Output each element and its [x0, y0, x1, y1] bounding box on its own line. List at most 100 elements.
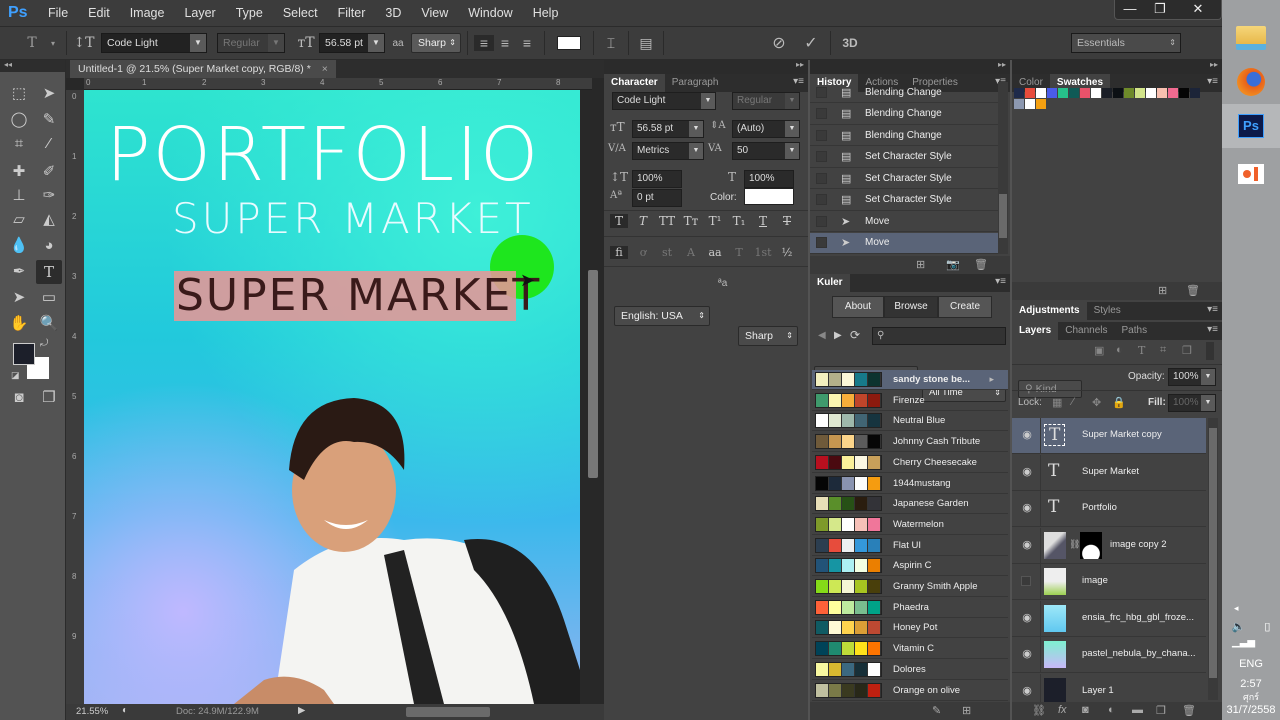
char-tracking-field[interactable]: 50 ▼ [732, 142, 800, 160]
swash-button[interactable]: A [682, 246, 700, 259]
titling-alternates-button[interactable]: T [730, 246, 748, 259]
kuler-theme-item[interactable]: sandy stone be... ▸ [812, 370, 1008, 390]
path-selection-tool-icon[interactable]: ➤ [6, 286, 32, 310]
kuler-theme-item[interactable]: Neutral Blue [812, 411, 1008, 432]
show-hidden-icons[interactable]: ◂ [1222, 603, 1280, 614]
layer-row[interactable]: ◉ pastel_nebula_by_chana... [1012, 637, 1206, 673]
history-item[interactable]: ➤ Move [810, 232, 998, 254]
filter-toggle[interactable] [1206, 342, 1214, 360]
filter-type-icon[interactable]: T [1138, 344, 1145, 357]
opacity-field[interactable]: 100% ▼ [1168, 368, 1216, 386]
panel-menu-icon[interactable]: ▾≡ [1207, 76, 1218, 87]
clone-stamp-tool-icon[interactable]: ⊥ [6, 184, 32, 208]
refresh-icon[interactable]: ⟳ [850, 328, 860, 342]
eyedropper-tool-icon[interactable]: ⁄ [36, 132, 62, 156]
kuler-theme-item[interactable]: Flat UI [812, 536, 1008, 556]
tab-kuler[interactable]: Kuler [810, 274, 850, 292]
visibility-eye-icon[interactable]: ◉ [1020, 501, 1034, 514]
swatch[interactable] [1179, 88, 1189, 98]
add-to-swatches-icon[interactable]: ⊞ [962, 704, 971, 717]
visibility-eye-icon[interactable]: ◉ [1020, 647, 1034, 660]
char-antialias-select[interactable]: Sharp ⇕ [738, 326, 798, 346]
history-item[interactable]: ▤ Blending Change [810, 82, 998, 103]
font-size-field[interactable]: 56.58 pt ▼ [319, 33, 385, 53]
swatch[interactable] [1091, 88, 1101, 98]
history-source-checkbox[interactable] [816, 237, 827, 248]
font-family-select[interactable]: Code Light ▼ [101, 33, 207, 53]
language-select[interactable]: English: USA ⇕ [614, 306, 710, 326]
visibility-eye-icon[interactable]: ◉ [1020, 538, 1034, 551]
tab-paths[interactable]: Paths [1115, 322, 1155, 340]
kuler-create-button[interactable]: Create [938, 296, 992, 318]
history-source-checkbox[interactable] [816, 172, 827, 184]
crop-tool-icon[interactable]: ⌗ [6, 132, 32, 156]
visibility-eye-icon[interactable]: ◉ [1020, 611, 1034, 624]
history-source-checkbox[interactable] [816, 129, 827, 141]
tab-styles[interactable]: Styles [1087, 302, 1128, 320]
warp-text-icon[interactable]: ⌶ [600, 35, 622, 52]
menu-help[interactable]: Help [523, 6, 569, 20]
canvas-portfolio-text[interactable]: PORTFOLIO [106, 112, 540, 198]
new-layer-icon[interactable]: ❐ [1156, 704, 1166, 717]
text-orientation-icon[interactable]: ↕T [73, 35, 95, 51]
healing-brush-tool-icon[interactable]: ✚ [6, 160, 32, 184]
swatch[interactable] [1113, 88, 1123, 98]
expand-arrow-icon[interactable]: ▸ [989, 374, 994, 385]
layer-row[interactable]: ◉ T Super Market [1012, 454, 1206, 491]
lasso-tool-icon[interactable]: ◯ [6, 108, 32, 132]
marquee-tool-icon[interactable]: ⬚ [6, 82, 32, 106]
swatch[interactable] [1102, 88, 1112, 98]
trash-icon[interactable]: 🗑 [1182, 704, 1196, 717]
kuler-theme-item[interactable]: Firenze [812, 391, 1008, 411]
status-info-icon[interactable]: ◐ [122, 705, 128, 716]
default-colors-icon[interactable]: ◪ [11, 370, 20, 381]
canvas-supermarket-copy-text[interactable]: SUPER MARKET [176, 270, 541, 321]
layer-row[interactable]: image [1012, 564, 1206, 600]
visibility-toggle[interactable] [1021, 576, 1031, 586]
document-tab[interactable]: Untitled-1 @ 21.5% (Super Market copy, R… [70, 60, 336, 78]
swatch[interactable] [1135, 88, 1145, 98]
kuler-search-input[interactable]: ⚲ [872, 327, 1006, 345]
filter-pixel-icon[interactable]: ▣ [1094, 344, 1104, 357]
strikethrough-button[interactable]: T [778, 214, 796, 228]
foreground-color-swatch[interactable] [13, 343, 35, 365]
zoom-tool-icon[interactable]: 🔍 [36, 312, 62, 336]
faux-italic-button[interactable]: T [634, 214, 652, 228]
history-item[interactable]: ▤ Set Character Style [810, 147, 998, 168]
kuler-theme-item[interactable]: 1944mustang [812, 474, 1008, 494]
history-source-checkbox[interactable] [816, 215, 827, 227]
panel-menu-icon[interactable]: ▾≡ [1207, 304, 1218, 315]
visibility-eye-icon[interactable]: ◉ [1020, 465, 1034, 478]
kuler-theme-item[interactable]: Japanese Garden [812, 494, 1008, 515]
layer-row[interactable]: ◉ ensia_frc_hbg_gbl_froze... [1012, 600, 1206, 637]
tab-paragraph[interactable]: Paragraph [665, 74, 726, 92]
kuler-theme-item[interactable]: Orange on olive [812, 681, 1008, 701]
small-caps-button[interactable]: Tт [682, 214, 700, 228]
hand-tool-icon[interactable]: ✋ [6, 312, 32, 336]
menu-3d[interactable]: 3D [375, 6, 411, 20]
history-source-checkbox[interactable] [816, 108, 827, 119]
swatch[interactable] [1190, 88, 1200, 98]
new-swatch-icon[interactable]: ⊞ [1158, 284, 1167, 297]
subscript-button[interactable]: T₁ [730, 214, 748, 228]
history-item[interactable]: ▤ Blending Change [810, 125, 998, 146]
artboard-canvas[interactable]: PORTFOLIO SUPER MARKET SUPER MARKET ➤ [84, 90, 580, 704]
char-font-family-select[interactable]: Code Light ▼ [612, 92, 716, 110]
link-layers-icon[interactable]: ⛓ [1032, 704, 1046, 717]
char-kerning-select[interactable]: Metrics ▼ [632, 142, 704, 160]
new-document-from-state-icon[interactable]: ⊞ [916, 258, 925, 271]
lock-transparent-icon[interactable]: ▦ [1052, 396, 1062, 409]
history-scrollbar[interactable] [998, 82, 1008, 254]
swatch[interactable] [1157, 88, 1167, 98]
type-tool-icon[interactable]: T [36, 260, 62, 284]
filter-smart-object-icon[interactable]: ❐ [1182, 344, 1192, 357]
kuler-theme-item[interactable]: Johnny Cash Tribute [812, 432, 1008, 453]
kuler-theme-item[interactable]: Watermelon [812, 515, 1008, 535]
panel-menu-icon[interactable]: ▾≡ [1207, 324, 1218, 335]
close-document-icon[interactable]: × [322, 63, 328, 75]
history-source-checkbox[interactable] [816, 86, 827, 98]
3d-extrusion-icon[interactable]: 3D [837, 36, 863, 50]
adjustment-layer-icon[interactable]: ◐ [1108, 704, 1115, 716]
quick-mask-icon[interactable]: ◙ [6, 386, 32, 410]
underline-button[interactable]: T [754, 214, 772, 228]
